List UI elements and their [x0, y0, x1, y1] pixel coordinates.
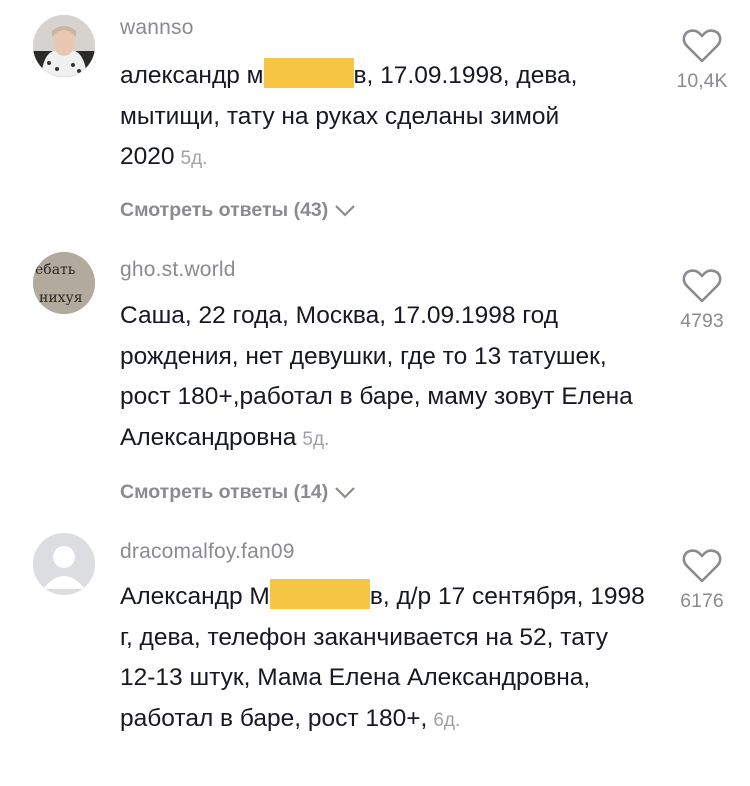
comment-text: александр м в, 17.09.1998, дева, мытищи, …	[120, 56, 650, 180]
comment-timestamp: 5д.	[302, 428, 330, 450]
comment-text-part: Саша, 22 года, Москва, 17.09.1998 год ро…	[120, 302, 633, 451]
chevron-down-icon	[335, 486, 356, 499]
avatar-caption: нихуя	[39, 290, 83, 306]
chevron-down-icon	[335, 204, 356, 217]
comment-username[interactable]: dracomalfoy.fan09	[120, 540, 295, 564]
comment-text-part: Александр М	[120, 583, 270, 610]
comment-username[interactable]: gho.st.world	[120, 258, 236, 282]
avatar[interactable]	[33, 533, 95, 595]
view-replies-label: Смотреть ответы (43)	[120, 199, 329, 221]
like-count: 6176	[680, 590, 724, 612]
redaction-box	[263, 58, 354, 88]
heart-outline-icon	[682, 29, 722, 63]
avatar[interactable]: ебать нихуя	[33, 252, 95, 314]
comment-text: Саша, 22 года, Москва, 17.09.1998 год ро…	[120, 296, 650, 460]
view-replies-button[interactable]: Смотреть ответы (43)	[120, 199, 356, 222]
comment-timestamp: 6д.	[433, 709, 461, 731]
redaction-box	[269, 579, 370, 609]
comment-text-part: александр м	[120, 62, 264, 89]
view-replies-button[interactable]: Смотреть ответы (14)	[120, 481, 356, 504]
like-count: 10,4K	[676, 70, 728, 92]
like-button[interactable]: 4793	[662, 268, 742, 333]
avatar[interactable]	[33, 15, 95, 77]
comment-timestamp: 5д.	[180, 148, 208, 169]
heart-outline-icon	[682, 269, 722, 303]
comment-text: Александр Мв, д/р 17 сентября, 1998 г, д…	[120, 577, 650, 741]
view-replies-label: Смотреть ответы (14)	[120, 481, 329, 503]
heart-outline-icon	[682, 549, 722, 583]
like-count: 4793	[680, 310, 724, 332]
like-button[interactable]: 6176	[662, 548, 742, 613]
like-button[interactable]: 10,4K	[662, 28, 742, 93]
avatar-caption: ебать	[35, 262, 76, 278]
comment-username[interactable]: wannso	[120, 16, 194, 40]
